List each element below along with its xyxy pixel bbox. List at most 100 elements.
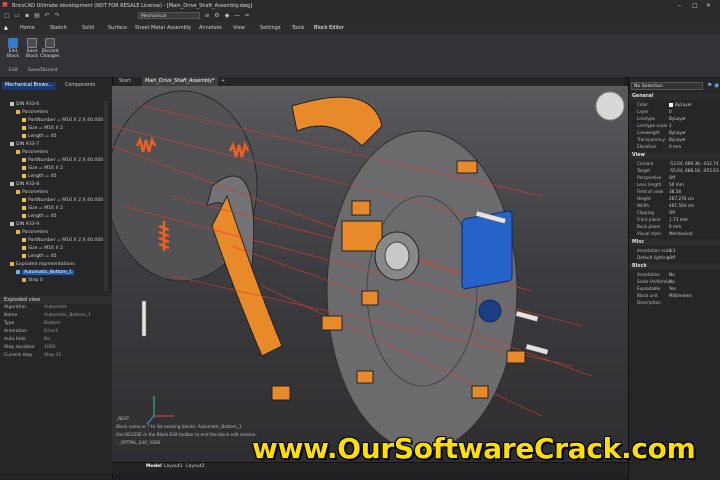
tab-home[interactable]: Home — [20, 25, 35, 31]
property-row[interactable]: Lineweight ByLayer — [629, 129, 720, 136]
close-icon[interactable]: ✕ — [706, 2, 711, 9]
tree-item[interactable]: Parameters — [16, 149, 48, 157]
property-value[interactable]: 0 — [669, 109, 672, 114]
property-value[interactable]: 1.73 mm — [669, 217, 688, 222]
property-value-cell[interactable]: 38.58 — [669, 188, 681, 195]
tree-scrollbar[interactable] — [104, 101, 108, 291]
exploded-view-row[interactable]: Auto hide No — [4, 336, 110, 344]
tree-item[interactable]: PartNumber = M16 X 2 X 40.000 — [22, 117, 103, 125]
tab-model[interactable]: Model — [146, 464, 162, 469]
tree-item[interactable]: DIN 933-8 — [10, 181, 39, 189]
property-value[interactable]: 38.58 — [669, 189, 681, 194]
tab-components[interactable]: Components — [62, 82, 98, 90]
property-value[interactable]: Millimeters — [669, 293, 692, 298]
property-value[interactable]: Step 31 — [44, 353, 61, 358]
property-value-cell[interactable]: 0 mm — [669, 223, 681, 230]
tab-annotate[interactable]: Annotate — [199, 25, 222, 31]
property-row[interactable]: Annotation scale 1:1 — [629, 247, 720, 254]
property-value[interactable]: 0 mm — [669, 224, 681, 229]
linetype-icon[interactable]: ― — [234, 13, 240, 19]
tab-mechanical-browser[interactable]: Mechanical Brows... — [2, 82, 56, 90]
property-value[interactable]: 461.504 cm — [669, 203, 694, 208]
tab-surface[interactable]: Surface — [108, 25, 127, 31]
property-value[interactable]: -55.64, 688.18, -655.63 — [669, 168, 719, 173]
property-row[interactable]: Field of view 38.58 — [629, 188, 720, 195]
property-value[interactable]: No — [44, 337, 50, 342]
maximize-icon[interactable]: □ — [692, 2, 698, 9]
tree-item[interactable]: Parameters — [16, 109, 48, 117]
property-value[interactable]: Bottom — [44, 321, 61, 326]
property-value-cell[interactable]: ByLayer — [669, 136, 686, 143]
property-value-cell[interactable]: 1:1 — [669, 247, 676, 254]
property-value-cell[interactable]: No — [669, 271, 675, 278]
exploded-view-row[interactable]: Name Automatic_Bottom_1 — [4, 312, 110, 320]
selection-dropdown[interactable]: No Selection — [631, 82, 703, 90]
toggle-pickadd-icon[interactable]: ◉ — [714, 82, 719, 89]
tree-item[interactable]: Step 0 — [22, 277, 43, 285]
doc-tab-main-drive[interactable]: Main_Drive_Shaft_Assembly* — [142, 77, 218, 86]
property-value-cell[interactable]: 1 — [669, 122, 672, 129]
property-value[interactable]: 0 mm — [669, 144, 681, 149]
property-row[interactable]: Camera -53.04, 689.38, -632.74 — [629, 160, 720, 167]
property-row[interactable]: Lens length 50 mm — [629, 181, 720, 188]
property-row[interactable]: Perspective Off — [629, 174, 720, 181]
quick-select-icon[interactable]: ⚑ — [707, 82, 712, 89]
property-row[interactable]: Explodable Yes — [629, 285, 720, 292]
property-row[interactable]: Layer 0 — [629, 108, 720, 115]
tree-item[interactable]: Length = 40 — [22, 133, 56, 141]
minimize-icon[interactable]: – — [678, 2, 681, 9]
tree-item[interactable]: Automatic_Bottom_1 — [16, 269, 74, 277]
tab-settings[interactable]: Settings — [260, 25, 281, 31]
command-line-text[interactable]: : _OPTPAL_EXO_VIEW — [116, 440, 160, 445]
tree-item[interactable]: Size = M16 X 2 — [22, 165, 63, 173]
tab-assembly[interactable]: Assembly — [167, 25, 191, 31]
tree-item[interactable]: Parameters — [16, 229, 48, 237]
property-section-block[interactable]: Block — [629, 263, 720, 270]
tab-layout1[interactable]: Layout1 — [164, 464, 183, 469]
property-row[interactable]: Elevation 0 mm — [629, 143, 720, 150]
tree-item[interactable]: Length = 40 — [22, 253, 56, 261]
property-value-cell[interactable]: Millimeters — [669, 292, 692, 299]
tree-item[interactable]: DIN 933-6 — [10, 101, 39, 109]
model-viewport[interactable]: _NEXT Block name or ? to list existing bl… — [112, 86, 628, 462]
workspace-select[interactable]: Mechanical — [138, 12, 200, 19]
app-menu-icon[interactable]: ▲ — [4, 25, 8, 31]
property-row[interactable]: Scale Uniformly No — [629, 278, 720, 285]
open-icon[interactable]: ▭ — [14, 13, 20, 19]
property-value[interactable]: 1 — [669, 123, 672, 128]
property-row[interactable]: Description — [629, 299, 720, 306]
property-row[interactable]: Width 461.504 cm — [629, 202, 720, 209]
discard-changes-button[interactable]: Discard Changes — [40, 38, 60, 59]
property-value-cell[interactable]: Yes — [669, 285, 676, 292]
property-value-cell[interactable]: Off — [669, 174, 675, 181]
tab-solid[interactable]: Solid — [82, 25, 94, 31]
property-row[interactable]: Transparency ByLayer — [629, 136, 720, 143]
tab-tools[interactable]: Tools — [292, 25, 304, 31]
property-row[interactable]: Front plane 1.73 mm — [629, 216, 720, 223]
property-value-cell[interactable]: Mechanical — [669, 230, 693, 237]
doc-tab-start[interactable]: Start — [116, 77, 134, 86]
property-value-cell[interactable]: 0 — [669, 108, 672, 115]
property-row[interactable]: Visual style Mechanical — [629, 230, 720, 237]
property-value-cell[interactable]: ByLayer — [669, 129, 686, 136]
property-value-cell[interactable]: 461.504 cm — [669, 202, 694, 209]
print-icon[interactable]: ▤ — [34, 13, 40, 19]
property-value-cell[interactable]: ByLayer — [669, 115, 686, 122]
property-value[interactable]: Off — [669, 210, 675, 215]
tree-item[interactable]: Exploded representations — [10, 261, 75, 269]
property-row[interactable]: Back plane 0 mm — [629, 223, 720, 230]
tree-item[interactable]: Length = 40 — [22, 213, 56, 221]
property-value[interactable]: 1000 — [44, 345, 55, 350]
tree-item[interactable]: Length = 40 — [22, 173, 56, 181]
property-value[interactable]: 267.276 cm — [669, 196, 694, 201]
exploded-view-row[interactable]: Type Bottom — [4, 320, 110, 328]
tree-item[interactable]: Size = M16 X 2 — [22, 245, 63, 253]
property-value-cell[interactable]: -55.64, 688.18, -655.63 — [669, 167, 719, 174]
new-icon[interactable]: □ — [4, 13, 10, 19]
property-value-cell[interactable]: -53.04, 689.38, -632.74 — [669, 160, 719, 167]
property-value[interactable]: 1:1 — [669, 248, 676, 253]
exploded-view-row[interactable]: Animation Direct — [4, 328, 110, 336]
property-value[interactable]: Automatic — [44, 305, 67, 310]
property-value[interactable]: No — [669, 279, 675, 284]
save-block-button[interactable]: Save Block — [23, 38, 41, 59]
